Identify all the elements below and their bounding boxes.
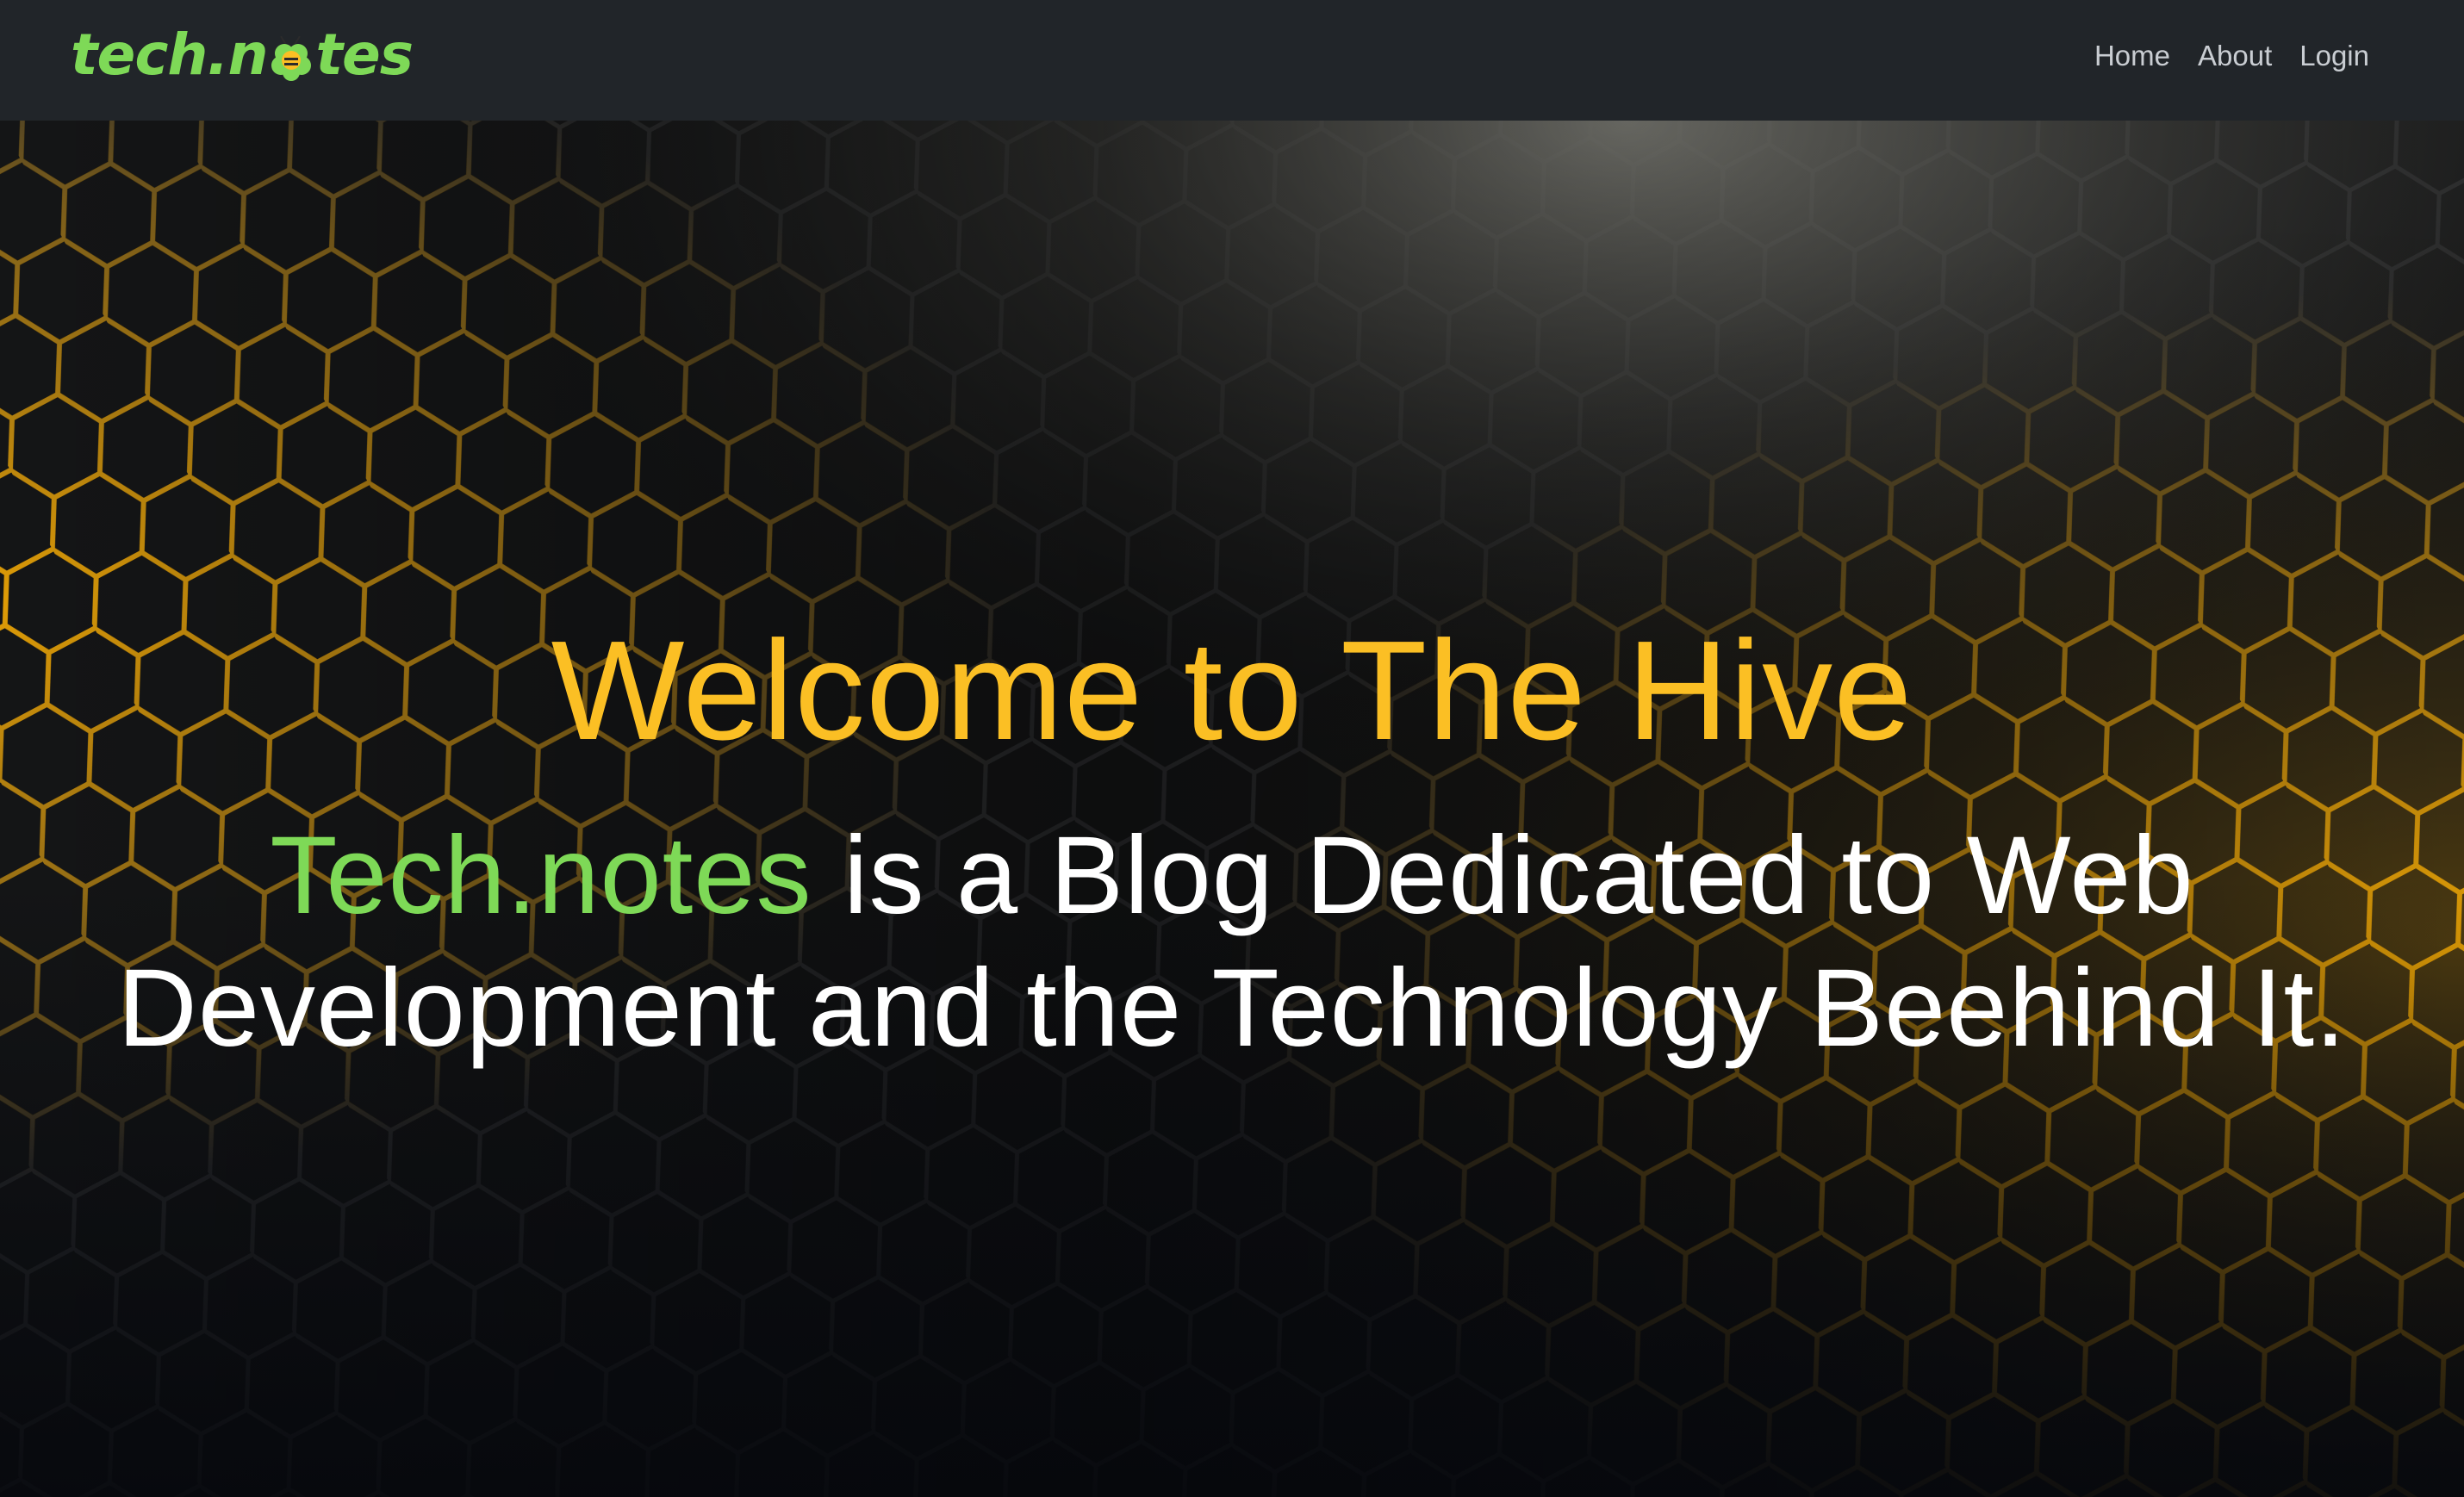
brand-name: Tech.notes (270, 814, 812, 937)
nav-home-link[interactable]: Home (2094, 40, 2170, 72)
nav-links: Home About Login (2094, 0, 2369, 112)
hero-subtitle: Tech.notes is a Blog Dedicated to Web De… (86, 810, 2378, 1075)
hero-title: Welcome to The Hive (551, 612, 1913, 769)
top-navbar: tech.n tes Home About Login (0, 0, 2464, 121)
hero-section: Welcome to The Hive Tech.notes is a Blog… (0, 121, 2464, 1497)
bee-icon (271, 36, 312, 81)
nav-login-link[interactable]: Login (2299, 40, 2369, 72)
hero-content: Welcome to The Hive Tech.notes is a Blog… (0, 121, 2464, 1497)
site-logo[interactable]: tech.n tes (71, 21, 414, 90)
logo-text-start: tech.n (71, 22, 268, 88)
nav-about-link[interactable]: About (2198, 40, 2272, 72)
logo-text-end: tes (315, 22, 414, 88)
